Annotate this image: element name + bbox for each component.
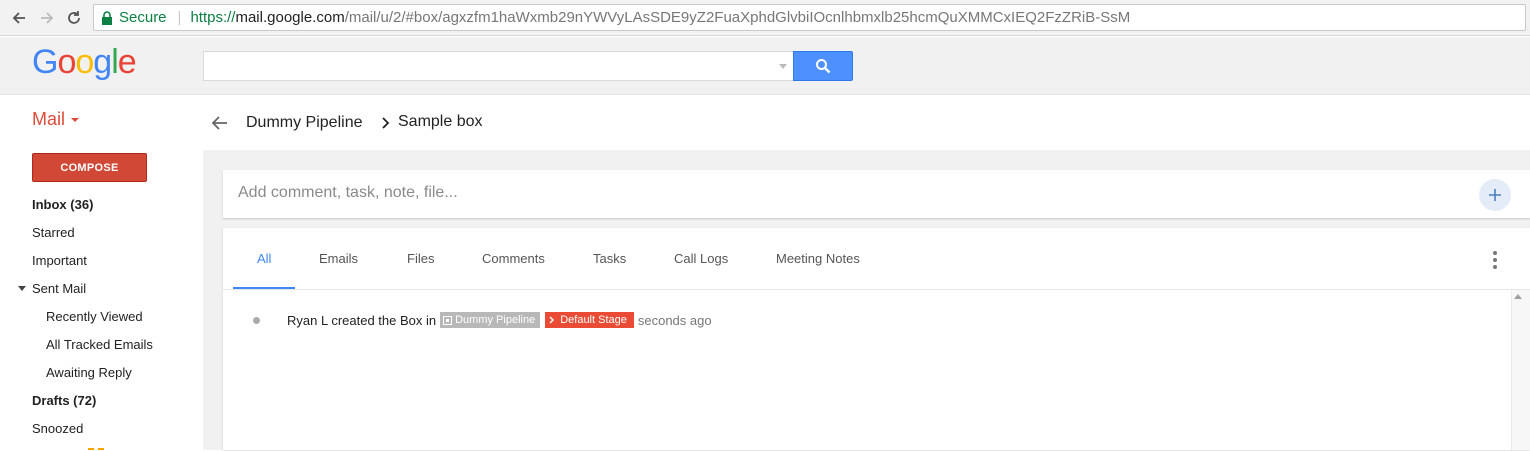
browser-toolbar: Secure | https://mail.google.com/mail/u/… — [0, 0, 1530, 36]
reload-icon — [68, 11, 80, 24]
tab-call-logs[interactable]: Call Logs — [674, 251, 728, 266]
tab-tasks[interactable]: Tasks — [593, 251, 626, 266]
tab-meeting-notes[interactable]: Meeting Notes — [776, 251, 860, 266]
address-separator: | — [177, 9, 182, 26]
arrow-left-icon — [12, 12, 25, 24]
timeline-item-time: seconds ago — [637, 312, 712, 328]
chevron-right-icon — [382, 117, 390, 129]
logo-letter: G — [32, 43, 58, 81]
tab-emails[interactable]: Emails — [319, 251, 358, 266]
main-content: Dummy Pipeline Sample box Add comment, t… — [203, 96, 1530, 450]
box-topbar: Dummy Pipeline Sample box — [203, 96, 1530, 150]
comment-composer[interactable]: Add comment, task, note, file... — [223, 170, 1530, 218]
active-tab-indicator — [233, 287, 295, 289]
back-arrow-icon[interactable] — [210, 113, 230, 133]
back-button[interactable] — [7, 6, 31, 30]
search-options-icon[interactable] — [779, 64, 787, 69]
logo-letter: o — [57, 43, 76, 81]
search-icon — [816, 59, 831, 74]
tab-files[interactable]: Files — [407, 251, 434, 266]
caret-down-icon — [71, 117, 80, 122]
comment-input[interactable]: Add comment, task, note, file... — [238, 184, 458, 202]
pipeline-chip[interactable]: Dummy Pipeline — [440, 312, 541, 328]
pipeline-icon — [443, 315, 453, 325]
timeline-scrollbar[interactable] — [1511, 290, 1530, 450]
breadcrumb-pipeline[interactable]: Dummy Pipeline — [246, 114, 362, 132]
logo-letter: e — [117, 43, 137, 81]
plus-icon — [1489, 189, 1501, 201]
tab-comments[interactable]: Comments — [482, 251, 545, 266]
nav-item-sent-mail[interactable]: Sent Mail — [32, 281, 86, 296]
stage-chip[interactable]: Default Stage — [545, 312, 634, 328]
nav-item-inbox[interactable]: Inbox (36) — [32, 197, 93, 212]
more-options-icon[interactable] — [1492, 251, 1498, 269]
url-host: mail.google.com — [235, 9, 345, 26]
nav-item-important[interactable]: Important — [32, 253, 87, 268]
secure-label: Secure — [119, 9, 167, 26]
nav-item-drafts[interactable]: Drafts (72) — [32, 393, 96, 408]
timeline-dot-icon — [253, 316, 260, 324]
nav-item-awaiting-reply[interactable]: Awaiting Reply — [46, 365, 132, 380]
search-input[interactable] — [203, 51, 793, 81]
compose-button[interactable]: COMPOSE — [32, 153, 147, 182]
mail-label: Mail — [32, 109, 66, 129]
logo-letter: g — [93, 43, 112, 81]
forward-button[interactable] — [35, 6, 59, 30]
timeline-card: All Emails Files Comments Tasks Call Log… — [223, 228, 1530, 450]
logo-letter: o — [75, 43, 94, 81]
stage-chip-label: Default Stage — [560, 314, 627, 326]
google-logo[interactable]: Google — [32, 43, 137, 82]
address-bar[interactable]: Secure | https://mail.google.com/mail/u/… — [93, 4, 1526, 31]
timeline-tabs: All Emails Files Comments Tasks Call Log… — [223, 228, 1530, 290]
chevron-right-icon — [549, 316, 555, 324]
timeline-item: Ryan L created the Box in Dummy Pipeline… — [253, 310, 712, 330]
tab-all[interactable]: All — [257, 251, 271, 266]
nav-item-snoozed[interactable]: Snoozed — [32, 421, 83, 436]
nav-item-starred[interactable]: Starred — [32, 225, 75, 240]
mail-switcher[interactable]: Mail — [32, 109, 80, 130]
reload-button[interactable] — [62, 6, 86, 30]
gmail-header: Google — [0, 37, 1530, 95]
timeline-item-text: Ryan L created the Box in — [287, 312, 437, 328]
url-scheme: https:// — [190, 9, 236, 26]
lock-icon — [102, 10, 112, 25]
pipeline-chip-label: Dummy Pipeline — [455, 314, 536, 326]
left-navigation: Mail COMPOSE Inbox (36) Starred Importan… — [0, 96, 203, 450]
breadcrumb-box: Sample box — [398, 113, 483, 130]
arrow-right-icon — [41, 12, 54, 24]
add-button[interactable] — [1479, 179, 1511, 211]
url-path: /mail/u/2/#box/agxzfm1haWxmb29nYWVyLAsSD… — [344, 9, 1131, 26]
nav-item-recently-viewed[interactable]: Recently Viewed — [46, 309, 143, 324]
collapse-caret-icon[interactable] — [18, 286, 26, 291]
nav-item-all-tracked-emails[interactable]: All Tracked Emails — [46, 337, 153, 352]
scroll-up-arrow-icon[interactable] — [1514, 294, 1522, 299]
search-button[interactable] — [793, 51, 853, 81]
